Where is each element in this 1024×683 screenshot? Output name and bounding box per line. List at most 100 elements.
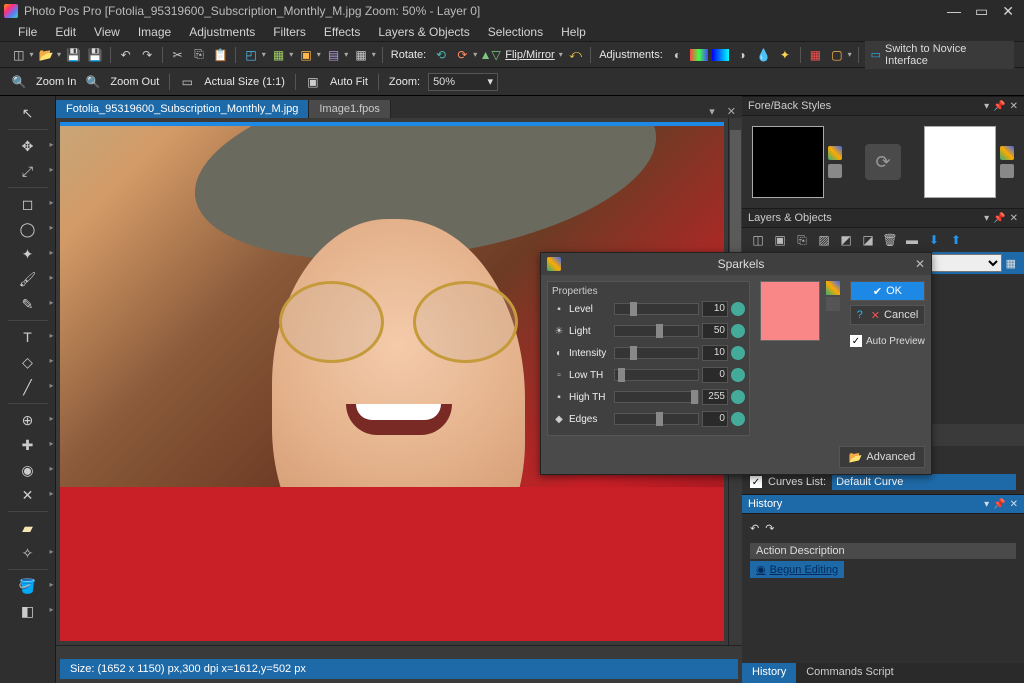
- heal-tool[interactable]: ✚: [16, 434, 40, 456]
- mask1-icon[interactable]: ▨: [816, 232, 832, 248]
- copy-icon[interactable]: ⎘: [190, 46, 207, 64]
- lasso-tool[interactable]: ◯: [16, 218, 40, 240]
- picker-icon[interactable]: ▦: [807, 46, 824, 64]
- adj-drop-icon[interactable]: 💧: [755, 46, 772, 64]
- panel-pin-icon[interactable]: 📌: [993, 499, 1005, 510]
- undo-icon[interactable]: ↶: [117, 46, 134, 64]
- cancel-button[interactable]: ?✕Cancel: [850, 305, 925, 325]
- bg-reset-icon[interactable]: [1000, 164, 1014, 178]
- history-header[interactable]: History ▾ 📌 ✕: [742, 494, 1024, 514]
- menu-help[interactable]: Help: [553, 23, 594, 41]
- menu-edit[interactable]: Edit: [47, 23, 84, 41]
- panel-close-icon[interactable]: ✕: [1010, 499, 1018, 510]
- pointer-tool[interactable]: ↖: [16, 102, 40, 124]
- scale-tool[interactable]: ⤢: [16, 160, 40, 182]
- adj-bw-icon[interactable]: ◐: [669, 46, 686, 64]
- advanced-button[interactable]: 📂 Advanced: [839, 446, 925, 468]
- auto-fit-label[interactable]: Auto Fit: [330, 76, 368, 88]
- clone-tool[interactable]: ⊕: [16, 409, 40, 431]
- horizontal-scrollbar[interactable]: [56, 645, 742, 659]
- crop-icon[interactable]: ▣: [297, 46, 314, 64]
- adj-hue-icon[interactable]: [712, 49, 729, 61]
- save-icon[interactable]: 💾: [65, 46, 82, 64]
- intensity-value[interactable]: 10: [702, 345, 728, 361]
- wand-tool[interactable]: ✦: [16, 243, 40, 265]
- doc-tab-1[interactable]: Fotolia_95319600_Subscription_Monthly_M.…: [56, 100, 309, 118]
- edges-slider[interactable]: [614, 413, 699, 425]
- intensity-reset-icon[interactable]: [731, 346, 745, 360]
- light-reset-icon[interactable]: [731, 324, 745, 338]
- history-redo-icon[interactable]: ↷: [765, 522, 774, 535]
- tab-close-icon[interactable]: ✕: [721, 105, 742, 118]
- menu-layers[interactable]: Layers & Objects: [370, 23, 477, 41]
- save-as-icon[interactable]: 💾: [86, 46, 103, 64]
- brush-tool[interactable]: 🖌: [16, 268, 40, 290]
- layer-fx-icon[interactable]: ▦: [1006, 257, 1016, 270]
- mask2-icon[interactable]: ◩: [838, 232, 854, 248]
- zoom-in-icon[interactable]: 🔍: [10, 73, 28, 91]
- adj-contrast-icon[interactable]: ◑: [733, 46, 750, 64]
- layer-down-icon[interactable]: ⬇: [926, 232, 942, 248]
- foreground-swatch[interactable]: [752, 126, 824, 198]
- fg-reset-icon[interactable]: [828, 164, 842, 178]
- eraser-tool[interactable]: ▰: [16, 517, 40, 539]
- new-icon[interactable]: ◫: [10, 46, 27, 64]
- panel-pin-icon[interactable]: 📌: [993, 101, 1005, 112]
- panel-close-icon[interactable]: ✕: [1010, 213, 1018, 224]
- close-button[interactable]: ✕: [1002, 3, 1014, 20]
- edges-reset-icon[interactable]: [731, 412, 745, 426]
- menu-view[interactable]: View: [86, 23, 128, 41]
- bottom-tab-commands[interactable]: Commands Script: [796, 663, 903, 683]
- remove-tool[interactable]: ✕: [16, 484, 40, 506]
- forestyles-header[interactable]: Fore/Back Styles ▾ 📌 ✕: [742, 96, 1024, 116]
- lowth-slider[interactable]: [614, 369, 699, 381]
- dialog-close-icon[interactable]: ✕: [915, 257, 925, 271]
- panel-close-icon[interactable]: ✕: [1010, 101, 1018, 112]
- history-undo-icon[interactable]: ↶: [750, 522, 759, 535]
- rotate-right-icon[interactable]: ⟳: [454, 46, 471, 64]
- bg-style-icon[interactable]: [1000, 146, 1014, 160]
- doc-tab-2[interactable]: Image1.fpos: [309, 100, 391, 118]
- new-layer-icon[interactable]: ◫: [750, 232, 766, 248]
- zoom-select[interactable]: 50%▾: [428, 73, 498, 91]
- highth-slider[interactable]: [614, 391, 699, 403]
- preview-opt1-icon[interactable]: [826, 281, 840, 295]
- gradient-tool[interactable]: ◧: [16, 600, 40, 622]
- paste-icon[interactable]: 📋: [212, 46, 229, 64]
- actual-size-label[interactable]: Actual Size (1:1): [204, 76, 285, 88]
- level-reset-icon[interactable]: [731, 302, 745, 316]
- menu-selections[interactable]: Selections: [480, 23, 551, 41]
- preview-opt2-icon[interactable]: [826, 297, 840, 311]
- fill-tool[interactable]: 🪣: [16, 575, 40, 597]
- panel-menu-icon[interactable]: ▾: [984, 499, 989, 510]
- rotate-ccw-icon[interactable]: ⤺: [567, 46, 584, 64]
- line-tool[interactable]: ╱: [16, 376, 40, 398]
- menu-adjustments[interactable]: Adjustments: [181, 23, 263, 41]
- ok-button[interactable]: ✔OK: [850, 281, 925, 301]
- effects-tool[interactable]: ✧: [16, 542, 40, 564]
- light-slider[interactable]: [614, 325, 699, 337]
- intensity-slider[interactable]: [614, 347, 699, 359]
- switch-novice-button[interactable]: ▭ Switch to Novice Interface: [865, 41, 1014, 69]
- history-item[interactable]: ◉ Begun Editing: [750, 561, 844, 578]
- edges-value[interactable]: 0: [702, 411, 728, 427]
- group-icon[interactable]: ▣: [772, 232, 788, 248]
- text-tool[interactable]: T: [16, 326, 40, 348]
- minimize-button[interactable]: —: [947, 3, 961, 20]
- menu-filters[interactable]: Filters: [265, 23, 314, 41]
- layers-header[interactable]: Layers & Objects ▾ 📌 ✕: [742, 208, 1024, 228]
- menu-file[interactable]: File: [10, 23, 45, 41]
- adj-levels-icon[interactable]: [690, 49, 707, 61]
- zoom-out-icon[interactable]: 🔍: [84, 73, 102, 91]
- adj-star-icon[interactable]: ✦: [776, 46, 793, 64]
- menu-effects[interactable]: Effects: [316, 23, 368, 41]
- grid-icon[interactable]: ▦: [352, 46, 369, 64]
- maximize-button[interactable]: ▭: [975, 3, 988, 20]
- panel-menu-icon[interactable]: ▾: [984, 101, 989, 112]
- rotate-left-icon[interactable]: ⟲: [432, 46, 449, 64]
- lowth-value[interactable]: 0: [702, 367, 728, 383]
- light-value[interactable]: 50: [702, 323, 728, 339]
- redeye-tool[interactable]: ◉: [16, 459, 40, 481]
- curves-list-value[interactable]: Default Curve: [832, 474, 1016, 490]
- flip-h-icon[interactable]: ▲▽: [481, 46, 499, 64]
